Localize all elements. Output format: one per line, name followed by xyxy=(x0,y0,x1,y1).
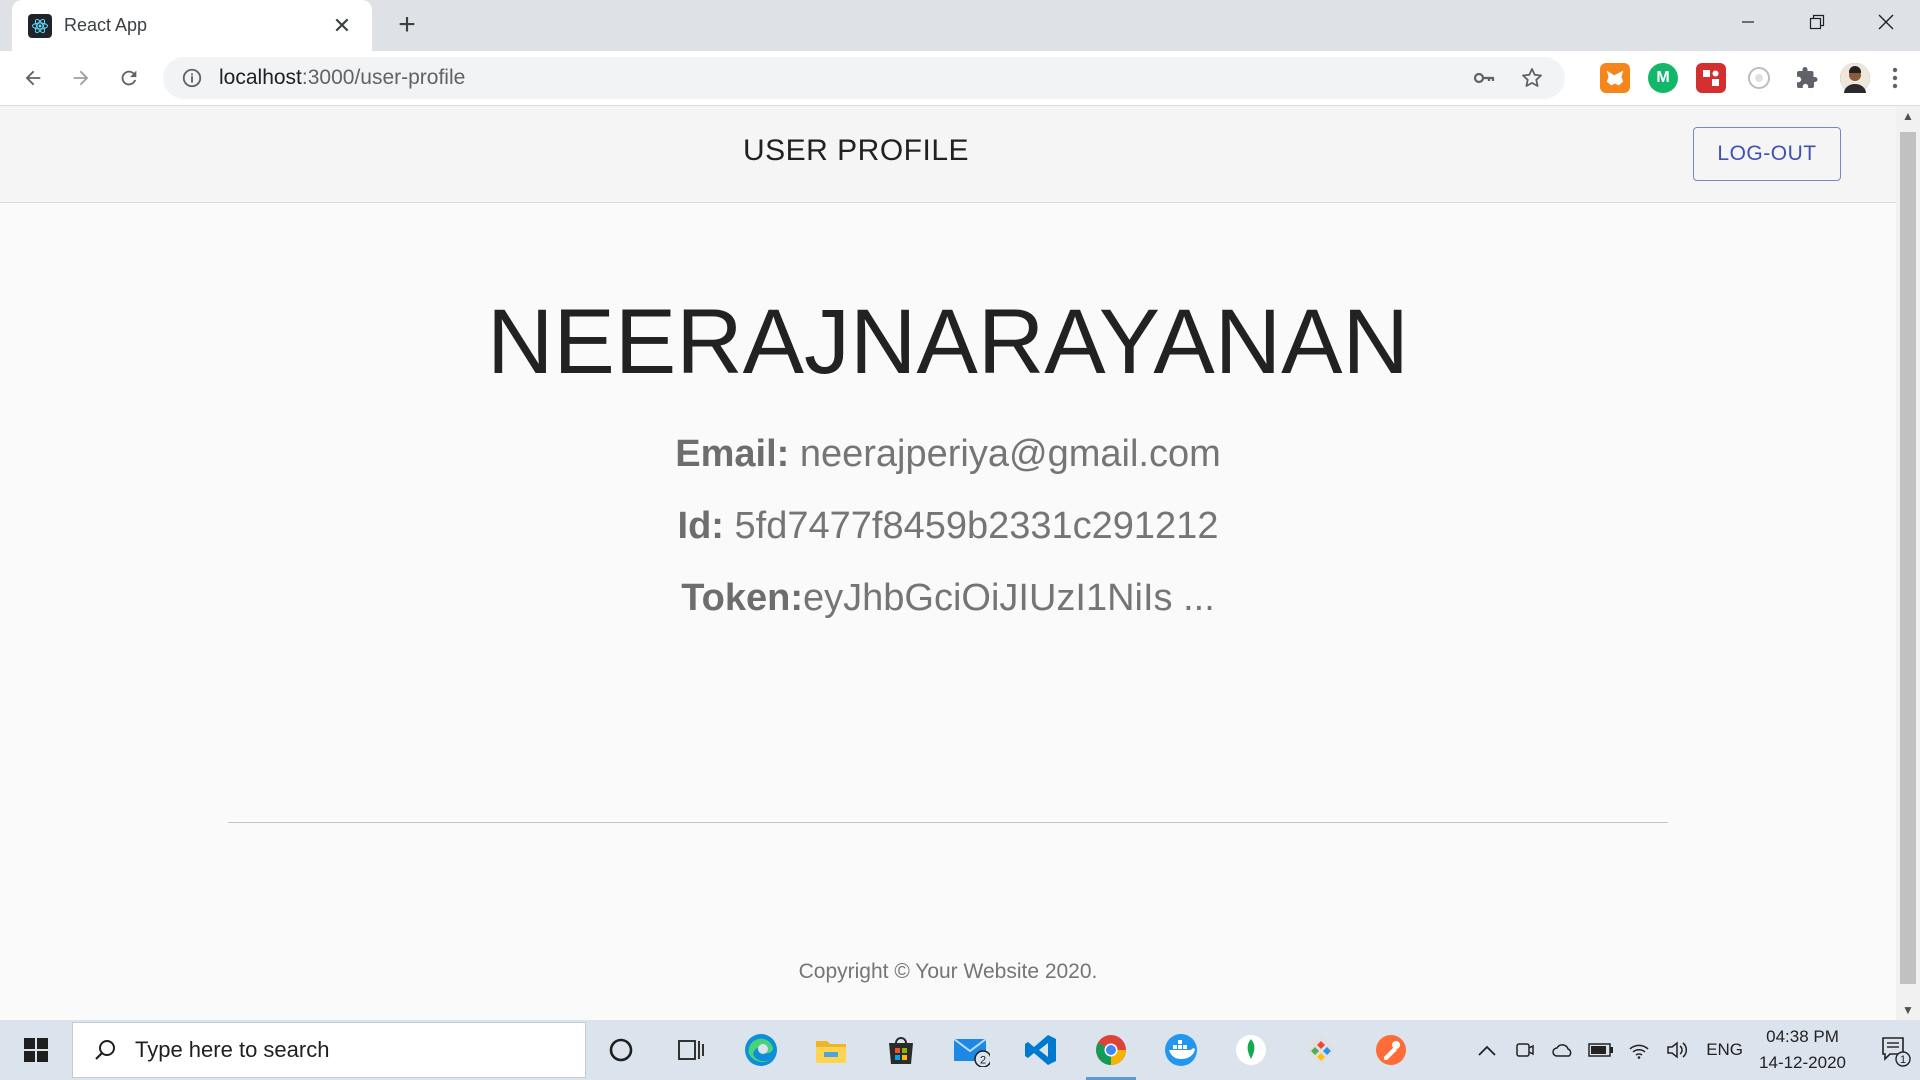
battery-icon[interactable] xyxy=(1582,1020,1620,1080)
key-icon[interactable] xyxy=(1469,63,1499,93)
tab-title: React App xyxy=(64,15,148,35)
file-explorer-icon[interactable] xyxy=(796,1020,866,1080)
cortana-icon[interactable] xyxy=(586,1020,656,1080)
email-label: Email: xyxy=(675,433,790,476)
window-controls xyxy=(1713,0,1920,44)
id-value: 5fd7477f8459b2331c291212 xyxy=(723,505,1219,548)
browser-toolbar: localhost:3000/user-profile M xyxy=(0,51,1920,106)
browser-menu-icon[interactable] xyxy=(1888,63,1902,93)
footer-divider xyxy=(228,822,1668,823)
chevron-up-icon[interactable] xyxy=(1468,1020,1506,1080)
browser-tab[interactable]: React App ✕ xyxy=(12,0,372,51)
mongodb-compass-icon[interactable] xyxy=(1216,1020,1286,1080)
id-row: Id: 5fd7477f8459b2331c291212 xyxy=(0,503,1896,549)
notification-count: 1 xyxy=(1900,1054,1906,1066)
system-tray: ENG 04:38 PM 14-12-2020 1 xyxy=(1468,1020,1920,1080)
task-view-icon[interactable] xyxy=(656,1020,726,1080)
camera-extension-icon[interactable] xyxy=(1744,63,1774,93)
postman-icon[interactable] xyxy=(1356,1020,1426,1080)
url-path: :3000/user-profile xyxy=(301,66,466,89)
meet-now-icon[interactable] xyxy=(1506,1020,1544,1080)
chrome-icon[interactable] xyxy=(1076,1020,1146,1080)
page-title: USER PROFILE xyxy=(742,134,970,167)
onedrive-icon[interactable] xyxy=(1544,1020,1582,1080)
profile-name: NEERAJNARAYANAN xyxy=(487,291,1409,393)
token-row: Token:eyJhbGciOiJIUzI1NiIs ... xyxy=(0,575,1896,621)
reload-icon[interactable] xyxy=(110,59,148,97)
token-value: eyJhbGciOiJIUzI1NiIs ... xyxy=(802,577,1215,620)
wifi-icon[interactable] xyxy=(1620,1020,1658,1080)
docker-icon[interactable] xyxy=(1146,1020,1216,1080)
mail-badge: 2 xyxy=(980,1055,986,1067)
windows-start-icon[interactable] xyxy=(0,1020,72,1080)
email-value: neerajperiya@gmail.com xyxy=(789,433,1221,476)
forward-icon[interactable] xyxy=(62,59,100,97)
close-window-icon[interactable] xyxy=(1851,0,1920,44)
edge-icon[interactable] xyxy=(726,1020,796,1080)
email-row: Email: neerajperiya@gmail.com xyxy=(0,431,1896,477)
language-indicator[interactable]: ENG xyxy=(1706,1040,1743,1060)
microsoft-store-icon[interactable] xyxy=(866,1020,936,1080)
token-label: Token: xyxy=(681,577,803,620)
page-scrollbar[interactable]: ▲ ▼ xyxy=(1896,106,1920,1020)
address-bar[interactable]: localhost:3000/user-profile xyxy=(163,57,1565,99)
url-host: localhost xyxy=(219,66,302,89)
extensions-puzzle-icon[interactable] xyxy=(1792,63,1822,93)
m-extension-icon[interactable]: M xyxy=(1648,63,1678,93)
metamask-extension-icon[interactable] xyxy=(1600,63,1630,93)
page-viewport: USER PROFILE LOG-OUT NEERAJNARAYANAN Ema… xyxy=(0,106,1896,1020)
bookmark-star-icon[interactable] xyxy=(1517,63,1547,93)
taskbar-search-box[interactable]: Type here to search xyxy=(72,1022,586,1078)
mail-icon[interactable]: 2 xyxy=(936,1020,1006,1080)
grid-extension-icon[interactable] xyxy=(1696,63,1726,93)
vscode-icon[interactable] xyxy=(1006,1020,1076,1080)
browser-tabstrip: React App ✕ + xyxy=(0,0,1920,51)
react-icon xyxy=(28,13,52,38)
new-tab-icon[interactable]: + xyxy=(390,8,424,42)
restore-icon[interactable] xyxy=(1782,0,1851,44)
logout-button[interactable]: LOG-OUT xyxy=(1693,127,1841,181)
windows-taskbar: Type here to search 2 ENG 04:38 PM 14-12… xyxy=(0,1020,1920,1080)
site-info-icon[interactable] xyxy=(181,67,203,89)
clock-time: 04:38 PM xyxy=(1766,1027,1839,1046)
git-kraken-icon[interactable] xyxy=(1286,1020,1356,1080)
scroll-thumb[interactable] xyxy=(1900,132,1916,984)
minimize-icon[interactable] xyxy=(1713,0,1782,44)
clock-date: 14-12-2020 xyxy=(1759,1053,1846,1072)
id-label: Id: xyxy=(677,505,724,548)
profile-avatar[interactable] xyxy=(1840,63,1870,93)
scroll-down-icon[interactable]: ▼ xyxy=(1896,1000,1920,1020)
scroll-up-icon[interactable]: ▲ xyxy=(1896,106,1920,126)
url-text: localhost:3000/user-profile xyxy=(219,66,1451,90)
app-header: USER PROFILE LOG-OUT xyxy=(0,106,1896,203)
copyright-text: Copyright © Your Website 2020. xyxy=(798,960,1098,983)
volume-icon[interactable] xyxy=(1658,1020,1696,1080)
back-icon[interactable] xyxy=(14,59,52,97)
tab-close-icon[interactable]: ✕ xyxy=(328,13,356,39)
search-placeholder: Type here to search xyxy=(135,1037,330,1062)
clock[interactable]: 04:38 PM 14-12-2020 xyxy=(1759,1024,1846,1076)
profile-section: NEERAJNARAYANAN Email: neerajperiya@gmai… xyxy=(0,291,1896,621)
extensions-row: M xyxy=(1600,59,1902,97)
search-icon xyxy=(95,1040,115,1060)
notifications-icon[interactable]: 1 xyxy=(1870,1020,1920,1080)
